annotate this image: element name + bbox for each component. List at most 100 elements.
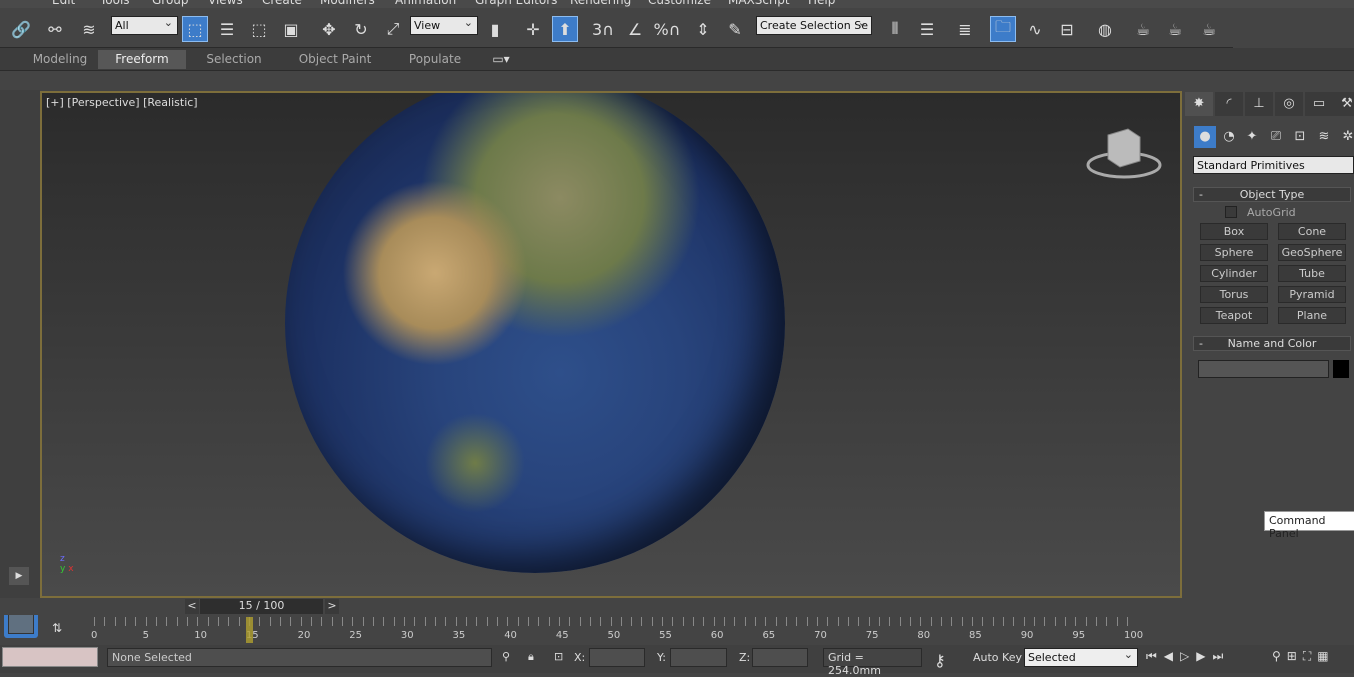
utilities-tab-icon[interactable]: ⚒	[1333, 92, 1354, 116]
spinner-snap-icon[interactable]: ⇕	[690, 16, 716, 42]
render-production-icon[interactable]: ☕	[1196, 16, 1222, 42]
tab-freeform[interactable]: Freeform	[98, 50, 186, 69]
space-warps-icon[interactable]: ≋	[1313, 126, 1335, 148]
torus-button[interactable]: Torus	[1200, 286, 1268, 303]
create-tab-icon[interactable]: ✸	[1185, 92, 1213, 116]
frame-ruler[interactable]: 0510152025303540455055606570758085909510…	[91, 615, 1143, 645]
viewport-navigation-icons[interactable]: ⚲⊞⛶▦	[1272, 649, 1335, 664]
snaps-toggle-icon[interactable]: 3 ∩	[590, 16, 616, 42]
autogrid-checkbox[interactable]	[1225, 206, 1237, 218]
tab-object-paint[interactable]: Object Paint	[290, 50, 380, 69]
key-filter-dropdown[interactable]: Selected	[1024, 648, 1138, 667]
scale-icon[interactable]: ⤢	[380, 16, 406, 42]
playback-controls[interactable]: ⏮◀▷▶⏭	[1146, 649, 1230, 664]
mirror-icon[interactable]: ⫴	[882, 16, 908, 42]
next-frame-button[interactable]: >	[325, 599, 339, 614]
menu-views[interactable]: Views	[208, 0, 243, 7]
time-slider-thumb[interactable]: 15 / 100	[200, 599, 323, 614]
pyramid-button[interactable]: Pyramid	[1278, 286, 1346, 303]
motion-tab-icon[interactable]: ◎	[1275, 92, 1303, 116]
rotate-icon[interactable]: ↻	[348, 16, 374, 42]
perspective-viewport[interactable]: [+] [Perspective] [Realistic] z y x	[40, 91, 1182, 598]
tab-populate[interactable]: Populate	[398, 50, 472, 69]
z-coordinate-input[interactable]	[752, 648, 808, 667]
unlink-icon[interactable]: ⚯	[42, 16, 68, 42]
menu-edit[interactable]: Edit	[52, 0, 75, 7]
align-icon[interactable]: ☰	[914, 16, 940, 42]
track-bar[interactable]: ⇅ 05101520253035404550556065707580859095…	[40, 615, 1183, 645]
menu-group[interactable]: Group	[152, 0, 189, 7]
menu-rendering[interactable]: Rendering	[570, 0, 631, 7]
isolate-selection-icon[interactable]: ⚲	[502, 650, 510, 663]
maxscript-listener-field[interactable]	[2, 647, 98, 667]
viewcube-icon[interactable]	[1086, 125, 1162, 181]
object-category-dropdown[interactable]: Standard Primitives	[1193, 156, 1354, 174]
y-coordinate-input[interactable]	[670, 648, 727, 667]
pivot-center-icon[interactable]: ▮	[482, 16, 508, 42]
angle-snap-icon[interactable]: ∠	[622, 16, 648, 42]
manipulate-icon[interactable]: ✛	[520, 16, 546, 42]
tube-button[interactable]: Tube	[1278, 265, 1346, 282]
menu-help[interactable]: Help	[808, 0, 835, 7]
teapot-button[interactable]: Teapot	[1200, 307, 1268, 324]
viewport-label[interactable]: [+] [Perspective] [Realistic]	[46, 96, 198, 109]
geosphere-button[interactable]: GeoSphere	[1278, 244, 1346, 261]
absolute-mode-icon[interactable]: ⊡	[554, 650, 563, 663]
select-object-icon[interactable]: ⬚	[182, 16, 208, 42]
rendered-frame-window-icon[interactable]: ☕	[1162, 16, 1188, 42]
set-key-icon[interactable]: ⚷	[934, 651, 946, 670]
modify-tab-icon[interactable]: ◜	[1215, 92, 1243, 116]
object-color-swatch[interactable]	[1333, 360, 1349, 378]
geometry-icon[interactable]: ●	[1194, 126, 1216, 148]
rectangular-selection-icon[interactable]: ⬚	[246, 16, 272, 42]
keyboard-shortcut-override-icon[interactable]: ⬆	[552, 16, 578, 42]
bind-space-warp-icon[interactable]: ≋	[76, 16, 102, 42]
lights-icon[interactable]: ✦	[1241, 126, 1263, 148]
menu-customize[interactable]: Customize	[648, 0, 711, 7]
tab-modeling[interactable]: Modeling	[22, 50, 98, 69]
current-frame-marker[interactable]	[245, 617, 253, 643]
prev-frame-button[interactable]: <	[185, 599, 199, 614]
curve-editor-icon[interactable]: ∿	[1022, 16, 1048, 42]
scene-explorer-icon[interactable]: 🗀	[990, 16, 1016, 42]
object-type-rollout-header[interactable]: - Object Type	[1193, 187, 1351, 202]
select-by-name-icon[interactable]: ☰	[214, 16, 240, 42]
menu-create[interactable]: Create	[262, 0, 302, 7]
window-crossing-icon[interactable]: ▣	[278, 16, 304, 42]
hierarchy-tab-icon[interactable]: ⊥	[1245, 92, 1273, 116]
cylinder-button[interactable]: Cylinder	[1200, 265, 1268, 282]
systems-icon[interactable]: ✲	[1337, 126, 1354, 148]
box-button[interactable]: Box	[1200, 223, 1268, 240]
cone-button[interactable]: Cone	[1278, 223, 1346, 240]
auto-key-button[interactable]: Auto Key	[973, 651, 1022, 664]
percent-snap-icon[interactable]: % ∩	[654, 16, 681, 42]
named-selection-set-dropdown[interactable]: Create Selection Se	[756, 16, 872, 35]
material-editor-icon[interactable]: ◍	[1092, 16, 1118, 42]
edit-named-selection-icon[interactable]: ✎	[722, 16, 748, 42]
tab-selection[interactable]: Selection	[190, 50, 278, 69]
render-setup-icon[interactable]: ☕	[1130, 16, 1156, 42]
cameras-icon[interactable]: ⎚	[1265, 126, 1287, 148]
helpers-icon[interactable]: ⊡	[1289, 126, 1311, 148]
link-icon[interactable]: 🔗	[8, 16, 34, 42]
selection-filter-dropdown[interactable]: All	[111, 16, 178, 35]
curve-editor-mini-icon[interactable]: ⇅	[52, 621, 62, 635]
sphere-button[interactable]: Sphere	[1200, 244, 1268, 261]
ribbon-options-icon[interactable]: ▭▾	[486, 50, 516, 69]
menu-graph-editors[interactable]: Graph Editors	[475, 0, 557, 7]
layer-explorer-icon[interactable]: ≣	[952, 16, 978, 42]
shapes-icon[interactable]: ◔	[1218, 126, 1240, 148]
object-name-input[interactable]	[1198, 360, 1329, 378]
plane-button[interactable]: Plane	[1278, 307, 1346, 324]
menu-maxscript[interactable]: MAXScript	[728, 0, 790, 7]
name-color-rollout-header[interactable]: - Name and Color	[1193, 336, 1351, 351]
expand-viewport-layout-icon[interactable]: ▶	[9, 567, 29, 585]
move-icon[interactable]: ✥	[316, 16, 342, 42]
menu-animation[interactable]: Animation	[395, 0, 456, 7]
earth-sphere-object[interactable]	[285, 93, 785, 573]
menu-tools[interactable]: Tools	[100, 0, 130, 7]
x-coordinate-input[interactable]	[589, 648, 645, 667]
schematic-view-icon[interactable]: ⊟	[1054, 16, 1080, 42]
display-tab-icon[interactable]: ▭	[1305, 92, 1333, 116]
reference-coordinate-dropdown[interactable]: View	[410, 16, 478, 35]
